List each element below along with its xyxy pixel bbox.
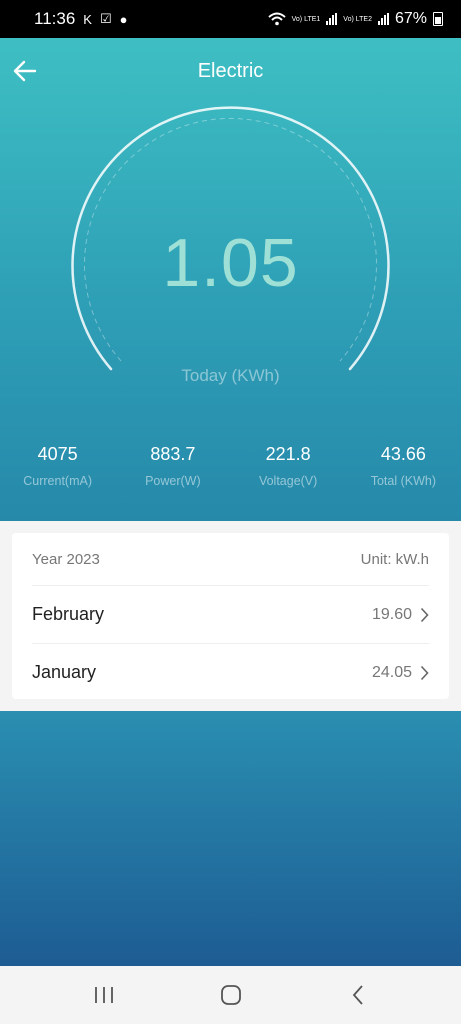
chevron-left-icon <box>352 985 363 1005</box>
system-back-button[interactable] <box>333 975 383 1015</box>
month-row-february[interactable]: February 19.60 <box>32 585 429 643</box>
stat-value: 883.7 <box>150 444 196 464</box>
clock: 11:36 <box>34 9 76 28</box>
battery-percent: 67% <box>394 10 427 27</box>
monthly-history-card: Year 2023 Unit: kW.h February 19.60 Janu… <box>12 533 449 699</box>
today-usage-label: Today (KWh) <box>181 366 280 385</box>
signal-bars-icon <box>377 13 389 25</box>
stat-total: 43.66 Total (KWh) <box>346 444 461 488</box>
unit-label: Unit: kW.h <box>360 550 429 568</box>
recent-apps-icon <box>94 987 113 1003</box>
today-usage-value: 1.05 <box>162 225 299 301</box>
sim1-label: Vo) LTE1 <box>291 15 321 23</box>
bottom-gradient-area <box>0 711 461 966</box>
home-icon <box>220 985 241 1005</box>
stat-value: 43.66 <box>380 444 426 464</box>
system-navigation-bar <box>0 966 461 1024</box>
year-label: Year 2023 <box>32 550 100 568</box>
stat-voltage: 221.8 Voltage(V) <box>231 444 346 488</box>
stats-row: 4075 Current(mA) 883.7 Power(W) 221.8 Vo… <box>0 444 461 488</box>
sim2-label: Vo) LTE2 <box>343 15 372 23</box>
checkbox-notification-icon: ☑ <box>99 11 112 26</box>
month-row-january[interactable]: January 24.05 <box>32 643 429 701</box>
month-value: 24.05 <box>371 663 412 681</box>
chevron-right-icon <box>420 607 429 622</box>
stat-label: Total (KWh) <box>370 474 437 488</box>
stat-label: Current(mA) <box>23 474 92 488</box>
signal-bars-icon <box>326 13 338 25</box>
account-icon: ● <box>119 11 128 27</box>
stat-value: 4075 <box>37 444 78 464</box>
month-value-group: 24.05 <box>372 664 429 682</box>
stat-label: Power(W) <box>145 474 201 488</box>
month-value: 19.60 <box>371 605 412 623</box>
k-app-icon: K <box>83 11 92 27</box>
home-button[interactable] <box>206 975 256 1015</box>
status-bar: 11:36 K ☑ ● Vo) LTE1 Vo) LTE2 67% <box>0 0 461 38</box>
chevron-right-icon <box>420 665 429 680</box>
status-left: 11:36 K ☑ ● <box>34 9 127 29</box>
usage-panel: Electric 1.05 Today (KWh) 4075 Current(m… <box>0 38 461 521</box>
stat-value: 221.8 <box>265 444 311 464</box>
stat-power: 883.7 Power(W) <box>115 444 230 488</box>
status-right: Vo) LTE1 Vo) LTE2 67% <box>267 10 443 28</box>
stat-current: 4075 Current(mA) <box>0 444 115 488</box>
month-name: February <box>32 604 105 624</box>
history-header: Year 2023 Unit: kW.h <box>12 533 449 585</box>
battery-icon <box>433 12 443 26</box>
month-name: January <box>32 662 97 682</box>
recent-apps-button[interactable] <box>79 975 129 1015</box>
month-value-group: 19.60 <box>372 606 429 624</box>
wifi-icon <box>267 12 286 26</box>
stat-label: Voltage(V) <box>258 474 318 488</box>
